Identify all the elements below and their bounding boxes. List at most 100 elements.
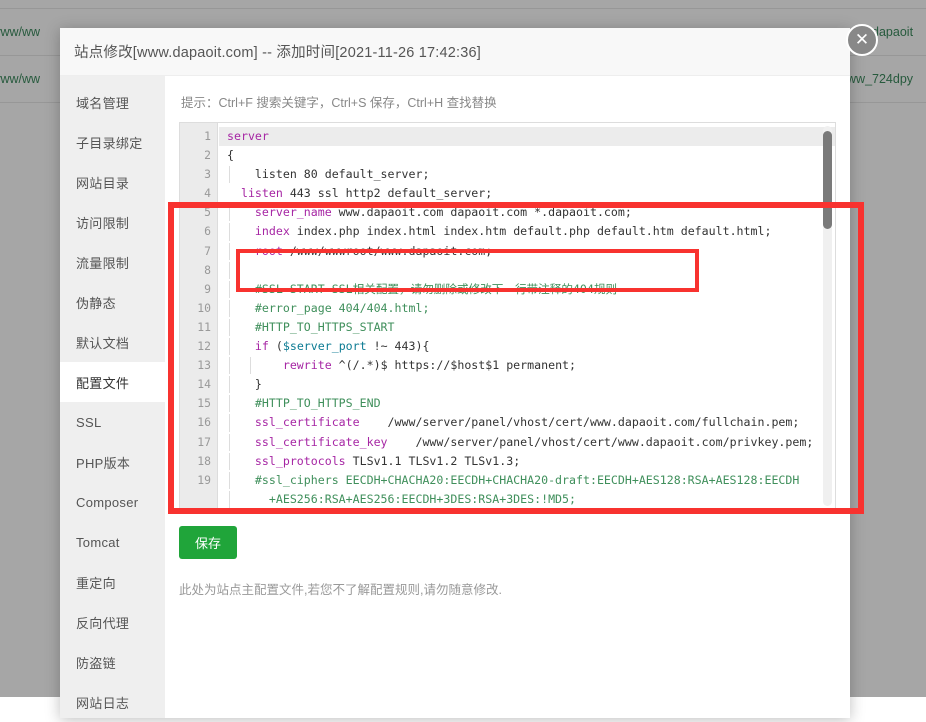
code-line <box>219 261 835 280</box>
sidebar-item-label: 默认文档 <box>76 333 129 352</box>
code-line: #ssl_ciphers EECDH+CHACHA20:EECDH+CHACHA… <box>219 471 835 490</box>
indent-guide <box>229 491 230 508</box>
sidebar-item-label: PHP版本 <box>76 453 130 472</box>
code-line: #HTTP_TO_HTTPS_START <box>219 318 835 337</box>
sidebar-item-10[interactable]: Composer <box>60 482 165 522</box>
editor-vertical-scrollbar[interactable] <box>823 126 832 506</box>
sidebar-item-13[interactable]: 反向代理 <box>60 602 165 642</box>
code-token: ssl_certificate <box>227 415 360 429</box>
line-number: 5 <box>180 203 217 222</box>
sidebar-item-label: 域名管理 <box>76 93 129 112</box>
sidebar-item-14[interactable]: 防盗链 <box>60 642 165 682</box>
line-number: 11 <box>180 318 217 337</box>
sidebar-item-label: 访问限制 <box>76 213 129 232</box>
indent-guide <box>229 434 230 451</box>
line-number: 2 <box>180 146 217 165</box>
indent-guide <box>229 395 230 412</box>
code-line: rewrite ^(/.*)$ https://$host$1 permanen… <box>219 356 835 375</box>
line-number <box>180 490 217 509</box>
sidebar-item-label: Composer <box>76 495 138 510</box>
code-token: !~ 443){ <box>367 339 430 353</box>
sidebar-item-label: 子目录绑定 <box>76 133 143 152</box>
sidebar-item-label: Tomcat <box>76 535 120 550</box>
code-line: server <box>219 127 835 146</box>
line-number: 16 <box>180 413 217 432</box>
indent-guide <box>229 357 230 374</box>
line-number: 3 <box>180 165 217 184</box>
line-number: 10 <box>180 299 217 318</box>
line-number: 19 <box>180 471 217 490</box>
code-token: { <box>227 148 234 162</box>
code-token: +AES256:RSA+AES256:EECDH+3DES:RSA+3DES:!… <box>227 492 576 506</box>
indent-guide <box>250 357 251 374</box>
code-line: if ($server_port !~ 443){ <box>219 337 835 356</box>
line-number: 13 <box>180 356 217 375</box>
scrollbar-thumb[interactable] <box>823 131 832 229</box>
code-line: { <box>219 146 835 165</box>
sidebar-item-6[interactable]: 默认文档 <box>60 322 165 362</box>
code-line: #HTTP_TO_HTTPS_END <box>219 394 835 413</box>
editor-hint: 提示：Ctrl+F 搜索关键字，Ctrl+S 保存，Ctrl+H 查找替换 <box>179 92 836 111</box>
line-number: 12 <box>180 337 217 356</box>
config-file-editor[interactable]: 1234567891011121314151617181920 server{ … <box>179 122 836 510</box>
modal-sidebar: 域名管理子目录绑定网站目录访问限制流量限制伪静态默认文档配置文件 SSL PHP版本… <box>60 76 165 718</box>
sidebar-item-15[interactable]: 网站日志 <box>60 682 165 722</box>
line-number: 14 <box>180 375 217 394</box>
code-token: } <box>227 377 262 391</box>
sidebar-item-label: SSL <box>76 415 101 430</box>
code-token: #HTTP_TO_HTTPS_END <box>227 396 381 410</box>
modal-title: 站点修改[www.dapaoit.com] -- 添加时间[2021-11-26… <box>60 28 850 76</box>
editor-gutter: 1234567891011121314151617181920 <box>180 123 218 509</box>
code-token: #ssl_ciphers EECDH+CHACHA20:EECDH+CHACHA… <box>227 473 799 487</box>
code-token: root <box>227 244 283 258</box>
indent-guide <box>229 243 230 260</box>
sidebar-item-7[interactable]: 配置文件 <box>60 362 165 402</box>
code-token: /www/server/panel/vhost/cert/www.dapaoit… <box>388 435 814 449</box>
code-token: listen 80 default_server; <box>227 167 429 181</box>
line-number: 17 <box>180 433 217 452</box>
sidebar-item-5[interactable]: 伪静态 <box>60 282 165 322</box>
sidebar-item-9[interactable]: PHP版本 <box>60 442 165 482</box>
sidebar-item-0[interactable]: 域名管理 <box>60 82 165 122</box>
code-token: /www/wwwroot/www.dapaoit.com; <box>283 244 492 258</box>
indent-guide <box>229 300 230 317</box>
indent-guide <box>229 166 230 183</box>
close-icon[interactable]: ✕ <box>846 24 878 56</box>
indent-guide <box>229 281 230 298</box>
code-token: #HTTP_TO_HTTPS_START <box>227 320 395 334</box>
footer-note: 此处为站点主配置文件,若您不了解配置规则,请勿随意修改. <box>179 579 836 598</box>
sidebar-item-label: 网站日志 <box>76 693 129 712</box>
save-button[interactable]: 保存 <box>179 526 237 559</box>
line-number: 20 <box>180 509 217 510</box>
sidebar-item-3[interactable]: 访问限制 <box>60 202 165 242</box>
sidebar-item-4[interactable]: 流量限制 <box>60 242 165 282</box>
indent-guide <box>229 472 230 489</box>
sidebar-item-8[interactable]: SSL <box>60 402 165 442</box>
indent-guide <box>229 376 230 393</box>
sidebar-item-1[interactable]: 子目录绑定 <box>60 122 165 162</box>
line-number: 7 <box>180 242 217 261</box>
sidebar-item-2[interactable]: 网站目录 <box>60 162 165 202</box>
sidebar-item-label: 流量限制 <box>76 253 129 272</box>
code-line: server_name www.dapaoit.com dapaoit.com … <box>219 203 835 222</box>
code-line: root /www/wwwroot/www.dapaoit.com; <box>219 242 835 261</box>
code-token: ssl_certificate_key <box>227 435 388 449</box>
code-token: index <box>227 224 290 238</box>
code-line: #error_page 404/404.html; <box>219 299 835 318</box>
sidebar-item-label: 重定向 <box>76 573 116 592</box>
code-token: server <box>227 129 269 143</box>
line-number: 15 <box>180 394 217 413</box>
code-line: ssl_certificate /www/server/panel/vhost/… <box>219 413 835 432</box>
indent-guide <box>229 319 230 336</box>
sidebar-item-11[interactable]: Tomcat <box>60 522 165 562</box>
code-token: index.php index.html index.htm default.p… <box>290 224 772 238</box>
code-token: ( <box>269 339 283 353</box>
sidebar-item-label: 网站目录 <box>76 173 129 192</box>
sidebar-item-12[interactable]: 重定向 <box>60 562 165 602</box>
editor-code-area[interactable]: server{ listen 80 default_server; listen… <box>219 123 835 509</box>
code-token: TLSv1.1 TLSv1.2 TLSv1.3; <box>346 454 521 468</box>
site-edit-modal: ✕ 站点修改[www.dapaoit.com] -- 添加时间[2021-11-… <box>60 28 850 718</box>
code-line: index index.php index.html index.htm def… <box>219 222 835 241</box>
code-token: ssl_protocols <box>227 454 346 468</box>
code-token: ^(/.*)$ https://$host$1 permanent; <box>332 358 576 372</box>
